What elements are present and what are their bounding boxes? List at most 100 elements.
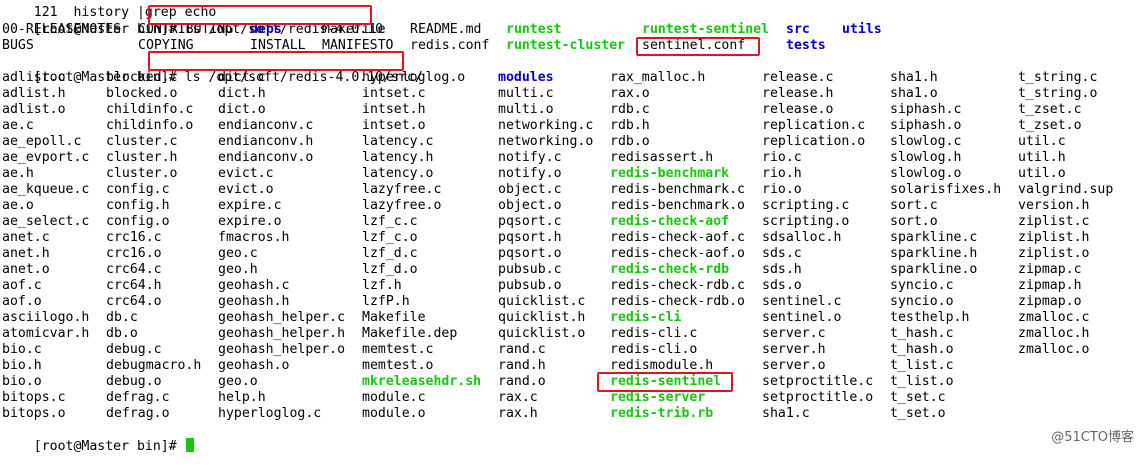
file-rand-h: rand.h [498,358,546,373]
file-geohash-helper-h: geohash_helper.h [218,326,346,341]
highlight-box-command-2 [148,51,404,71]
listing-row: ae.h cluster.o evict.c latency.o notify.o red… [0,166,1143,182]
terminal-window[interactable]: 121 history |grep echo [root@Master bin]… [0,0,1143,454]
file-module-c: module.c [362,390,426,405]
listing-row: ae_kqueue.c config.c evict.o lazyfree.c obje… [0,182,1143,198]
file-redis-check-rdb-c: redis-check-rdb.c [610,278,745,293]
file-blocked-o: blocked.o [106,86,178,101]
file-util-h: util.h [1018,150,1066,165]
listing-row: ae.o config.h expire.c lazyfree.o object.o re… [0,198,1143,214]
file-lzf-d-o: lzf_d.o [362,262,418,277]
file-aof-o: aof.o [2,294,42,309]
file-crc64-h: crc64.h [106,278,162,293]
file-sparkline-o: sparkline.o [890,262,978,277]
file-rax-h: rax.h [498,406,538,421]
file-intset-h: intset.h [362,102,426,117]
file-t-list-c: t_list.c [890,358,954,373]
file-memtest-o: memtest.o [362,358,434,373]
file-pqsort-o: pqsort.o [498,246,562,261]
file-sds-h: sds.h [762,262,802,277]
file-crc64-o: crc64.o [106,294,162,309]
file-solarisfixes-h: solarisfixes.h [890,182,1002,197]
file-version-h: version.h [1018,198,1090,213]
file-cluster-h: cluster.h [106,150,178,165]
file-t-zset-c: t_zset.c [1018,102,1082,117]
file-makefile: Makefile [362,310,426,325]
file-rdb-h: rdb.h [610,118,650,133]
listing-row: aof.o crc64.o geohash.h lzfP.h quicklist.c re… [0,294,1143,310]
file-runtest-sentinel: runtest-sentinel [642,22,770,37]
file-util-c: util.c [1018,134,1066,149]
file-lzf-h: lzf.h [362,278,402,293]
file-server-h: server.h [762,342,826,357]
file-redis-trib-rb: redis-trib.rb [610,406,714,421]
file-pqsort-h: pqsort.h [498,230,562,245]
file-fmacros-h: fmacros.h [218,230,290,245]
file-sds-c: sds.c [762,246,802,261]
file-bio-c: bio.c [2,342,42,357]
listing-row: adlist.h blocked.o dict.h intset.c multi.c ra… [0,86,1143,102]
file-pubsub-c: pubsub.c [498,262,562,277]
file-adlist-c: adlist.c [2,70,66,85]
file-lzf-d-c: lzf_d.c [362,246,418,261]
shell-prompt: [root@Master bin]# [33,439,185,454]
file-rio-c: rio.c [762,150,802,165]
file-help-h: help.h [218,390,266,405]
file-rdb-o: rdb.o [610,134,650,149]
file-bio-o: bio.o [2,374,42,389]
file-t-list-o: t_list.o [890,374,954,389]
file-redis-conf: redis.conf [410,38,490,53]
listing-row: anet.h crc16.o geo.c lzf_d.c pqsort.o redis-c… [0,246,1143,262]
file-geo-h: geo.h [218,262,258,277]
file-cluster-o: cluster.o [106,166,178,181]
file-hyperloglog-c: hyperloglog.c [218,406,322,421]
listing-row: bio.c debug.c geohash_helper.o memtest.c ran… [0,342,1143,358]
file-networking-o: networking.o [498,134,594,149]
file-geo-o: geo.o [218,374,258,389]
file-rax-o: rax.o [610,86,650,101]
file-t-zset-o: t_zset.o [1018,118,1082,133]
listing-row: anet.o crc64.c geo.h lzf_d.o pubsub.c redis-c… [0,262,1143,278]
file-quicklist-h: quicklist.h [498,310,586,325]
file-runtest-cluster: runtest-cluster [506,38,626,53]
listing-row: bio.o debug.o geo.o mkreleasehdr.sh rand.o re… [0,374,1143,390]
directory-tests: tests [786,38,826,53]
file-setproctitle-c: setproctitle.c [762,374,874,389]
file-zipmap-o: zipmap.o [1018,294,1082,309]
file-lzf-c-o: lzf_c.o [362,230,418,245]
file-expire-c: expire.c [218,198,282,213]
directory-src: src [786,22,810,37]
file-config-c: config.c [106,182,170,197]
file-bio-h: bio.h [2,358,42,373]
file-intset-o: intset.o [362,118,426,133]
file-redis-check-aof-c: redis-check-aof.c [610,230,745,245]
file-t-set-o: t_set.o [890,406,946,421]
file-rax-c: rax.c [498,390,538,405]
file-ae-h: ae.h [2,166,34,181]
file-server-o: server.o [762,358,826,373]
file-multi-o: multi.o [498,102,554,117]
file-intset-c: intset.c [362,86,426,101]
file-ziplist-c: ziplist.c [1018,214,1090,229]
file-atomicvar-h: atomicvar.h [2,326,90,341]
file-debug-c: debug.c [106,342,162,357]
file-module-o: module.o [362,406,426,421]
file-zmalloc-c: zmalloc.c [1018,310,1090,325]
file-ae-c: ae.c [2,118,34,133]
file-dict-h: dict.h [218,86,266,101]
file-geohash-c: geohash.c [218,278,290,293]
file-geohash-h: geohash.h [218,294,290,309]
file-evict-c: evict.c [218,166,274,181]
file-redis-check-aof-o: redis-check-aof.o [610,246,745,261]
command-line-3[interactable]: [root@Master bin]# [2,422,194,454]
file-geohash-o: geohash.o [218,358,290,373]
file-sparkline-c: sparkline.c [890,230,978,245]
file-rand-c: rand.c [498,342,546,357]
file-slowlog-h: slowlog.h [890,150,962,165]
file-ziplist-h: ziplist.h [1018,230,1090,245]
file-sds-o: sds.o [762,278,802,293]
file-redis-check-aof: redis-check-aof [610,214,730,229]
listing-row: ae.c childinfo.o endianconv.c intset.o netwo… [0,118,1143,134]
listing-row: ae_epoll.c cluster.c endianconv.h latency.c… [0,134,1143,150]
terminal-cursor [185,438,194,452]
